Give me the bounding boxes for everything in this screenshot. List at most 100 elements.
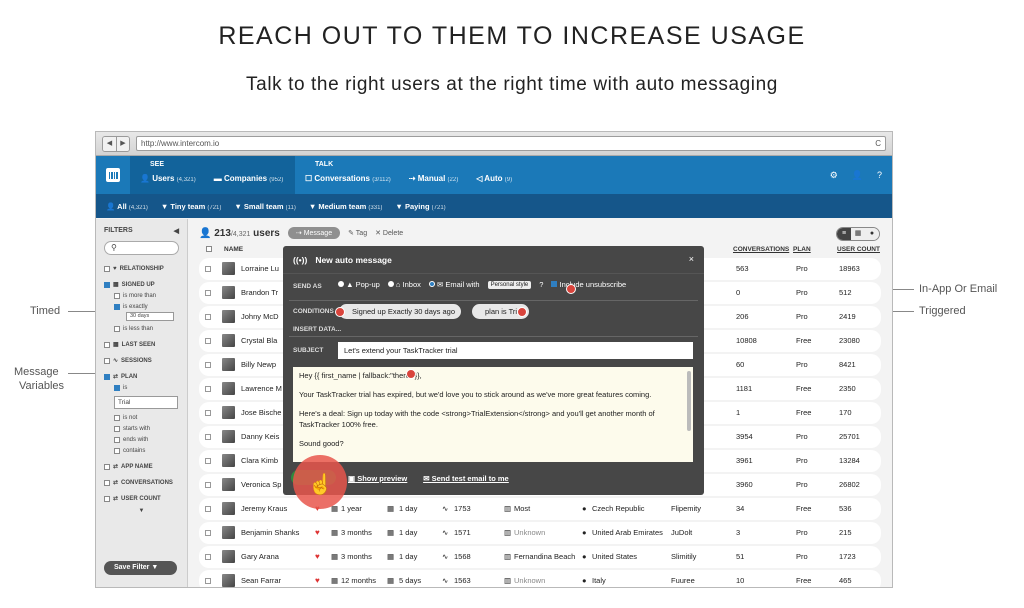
filter-ends-with[interactable]: ends with xyxy=(104,434,179,445)
forward-icon[interactable]: ▶ xyxy=(116,136,129,151)
show-preview-link[interactable]: ▣ Show preview xyxy=(348,474,407,483)
plan-icon: ⇄ xyxy=(113,464,119,470)
segment-tiny-team[interactable]: ▼ Tiny team (721) xyxy=(161,202,222,211)
row-checkbox[interactable] xyxy=(205,338,211,344)
help-icon[interactable]: ? xyxy=(539,280,543,289)
user-name[interactable]: Jeremy Kraus xyxy=(241,504,287,513)
profile-icon[interactable]: 👤 xyxy=(852,170,863,181)
user-name[interactable]: Brandon Tr xyxy=(241,288,278,297)
row-checkbox[interactable] xyxy=(205,314,211,320)
row-checkbox[interactable] xyxy=(205,410,211,416)
user-name[interactable]: Lawrence M xyxy=(241,384,282,393)
user-name[interactable]: Crystal Bla xyxy=(241,336,277,345)
table-row[interactable]: Benjamin Shanks ♥ ▦ 3 months ▦ 1 day ∿ 1571 ▥ Unk… xyxy=(199,522,881,544)
back-icon[interactable]: ◀ xyxy=(103,136,116,151)
reload-icon[interactable]: C xyxy=(875,137,881,150)
row-checkbox[interactable] xyxy=(205,578,211,584)
user-name[interactable]: Lorraine Lu xyxy=(241,264,279,273)
message-body-editor[interactable]: Hey {{ first_name | fallback:"there" }},… xyxy=(293,367,693,462)
email-style-select[interactable]: Personal style xyxy=(487,280,532,289)
more-filters-icon[interactable]: ▼ xyxy=(104,508,179,514)
row-checkbox[interactable] xyxy=(205,482,211,488)
table-row[interactable]: Sean Farrar ♥ ▦ 12 months ▦ 5 days ∿ 1563 ▥ Unkno… xyxy=(199,570,881,587)
user-name[interactable]: Clara Kimb xyxy=(241,456,278,465)
help-icon[interactable]: ? xyxy=(877,170,882,181)
row-checkbox[interactable] xyxy=(205,362,211,368)
message-button[interactable]: ⇢ Message xyxy=(287,227,341,239)
row-checkbox[interactable] xyxy=(205,290,211,296)
map-view-icon[interactable]: ● xyxy=(865,228,879,240)
user-name[interactable]: Billy Newp xyxy=(241,360,276,369)
segment-all[interactable]: 👤 All (4,321) xyxy=(106,202,148,211)
filter-plan-is[interactable]: is xyxy=(104,382,179,393)
delete-button[interactable]: ✕ Delete xyxy=(375,229,403,237)
user-name[interactable]: Benjamin Shanks xyxy=(241,528,299,537)
filter-app-name[interactable]: ⇄ APP NAME xyxy=(104,461,179,472)
segment-small-team[interactable]: ▼ Small team (11) xyxy=(234,202,295,211)
gear-icon[interactable]: ⚙ xyxy=(830,170,838,181)
plan-value-input[interactable]: Trial xyxy=(114,396,178,409)
filter-search-input[interactable]: ⚲ xyxy=(104,241,179,255)
days-select[interactable]: 30 days xyxy=(126,312,174,321)
col-name[interactable]: NAME xyxy=(224,246,243,253)
user-name[interactable]: Johny McD xyxy=(241,312,279,321)
intercom-logo[interactable] xyxy=(96,156,130,194)
nav-users[interactable]: 👤 Users (4,321) xyxy=(140,174,196,183)
user-name[interactable]: Jose Bische xyxy=(241,408,281,417)
col-conversations[interactable]: CONVERSATIONS xyxy=(733,246,789,253)
grid-view-icon[interactable]: ▦ xyxy=(851,228,865,240)
row-checkbox[interactable] xyxy=(205,266,211,272)
filter-starts-with[interactable]: starts with xyxy=(104,423,179,434)
col-plan[interactable]: PLAN xyxy=(793,246,811,253)
filter-is-more-than[interactable]: is more than xyxy=(104,290,179,301)
subject-input[interactable]: Let's extend your TaskTracker trial xyxy=(338,342,693,359)
user-name[interactable]: Gary Arana xyxy=(241,552,279,561)
tag-button[interactable]: ✎ Tag xyxy=(348,229,367,237)
select-all-checkbox[interactable] xyxy=(206,246,212,252)
filter-last-seen[interactable]: ▦ LAST SEEN xyxy=(104,339,179,350)
body-scrollbar[interactable] xyxy=(687,371,691,431)
close-icon[interactable]: × xyxy=(689,254,694,264)
inbox-option[interactable]: ⌂ Inbox xyxy=(387,280,421,289)
nav-auto[interactable]: ◁ Auto (9) xyxy=(476,174,512,183)
list-view-icon[interactable]: ≡ xyxy=(837,228,851,240)
row-checkbox[interactable] xyxy=(205,506,211,512)
plan-icon: ⇄ xyxy=(113,480,119,486)
row-checkbox[interactable] xyxy=(205,434,211,440)
condition-signed-up[interactable]: Signed up Exactly 30 days ago xyxy=(339,304,461,319)
email-option[interactable]: ✉ Email with xyxy=(428,280,480,289)
signed-up-cell: 3 months xyxy=(341,552,372,561)
popup-option[interactable]: ▲ Pop-up xyxy=(338,280,380,289)
save-filter-button[interactable]: Save Filter ▼ xyxy=(104,561,177,575)
row-checkbox[interactable] xyxy=(205,386,211,392)
collapse-icon[interactable]: ◀ xyxy=(174,227,179,235)
filter-signed-up[interactable]: ▦ SIGNED UP xyxy=(104,279,179,290)
col-user-count[interactable]: USER COUNT xyxy=(837,246,880,253)
insert-data-link[interactable]: INSERT DATA... xyxy=(293,326,341,333)
segment-paying[interactable]: ▼ Paying (721) xyxy=(395,202,445,211)
table-row[interactable]: Gary Arana ♥ ▦ 3 months ▦ 1 day ∿ 1568 ▥ Fernandi… xyxy=(199,546,881,568)
filter-is-exactly[interactable]: is exactly xyxy=(104,301,179,312)
filter-conversations[interactable]: ⇄ CONVERSATIONS xyxy=(104,477,179,488)
row-checkbox[interactable] xyxy=(205,458,211,464)
row-checkbox[interactable] xyxy=(205,530,211,536)
filter-is-less-than[interactable]: is less than xyxy=(104,323,179,334)
row-checkbox[interactable] xyxy=(205,554,211,560)
nav-manual[interactable]: ⇢ Manual (22) xyxy=(409,174,458,183)
filter-sessions[interactable]: ∿ SESSIONS xyxy=(104,355,179,366)
nav-conversations[interactable]: ☐ Conversations (3/112) xyxy=(305,174,391,183)
user-count-cell: 170 xyxy=(839,408,852,417)
user-name[interactable]: Sean Farrar xyxy=(241,576,281,585)
send-test-link[interactable]: ✉ Send test email to me xyxy=(423,474,509,483)
filter-relationship[interactable]: ♥ RELATIONSHIP xyxy=(104,263,179,274)
filter-contains[interactable]: contains xyxy=(104,445,179,456)
filter-user-count[interactable]: ⇄ USER COUNT xyxy=(104,493,179,504)
nav-companies[interactable]: ▬ Companies (952) xyxy=(214,174,284,183)
url-bar[interactable]: http://www.intercom.io C xyxy=(136,136,886,151)
filter-is-not[interactable]: is not xyxy=(104,412,179,423)
user-name[interactable]: Danny Keis xyxy=(241,432,279,441)
segment-medium-team[interactable]: ▼ Medium team (331) xyxy=(309,202,383,211)
include-unsubscribe-option[interactable]: Include unsubscribe xyxy=(551,280,626,289)
user-name[interactable]: Veronica Sp xyxy=(241,480,281,489)
filter-plan[interactable]: ⇄ PLAN xyxy=(104,371,179,382)
